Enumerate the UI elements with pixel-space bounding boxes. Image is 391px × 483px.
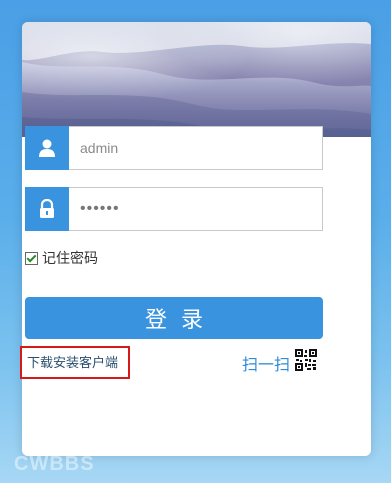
remember-password[interactable]: 记住密码	[25, 248, 98, 268]
remember-label: 记住密码	[42, 250, 98, 266]
qr-code-icon	[295, 349, 318, 376]
user-icon	[25, 126, 69, 170]
download-client-link[interactable]: 下载安装客户端	[27, 352, 118, 371]
username-input[interactable]: admin	[80, 127, 118, 169]
scan-qr-button[interactable]: 扫一扫	[242, 349, 318, 376]
username-field[interactable]: admin	[25, 126, 323, 170]
banner-image	[22, 22, 371, 137]
remember-checkbox[interactable]	[25, 251, 38, 265]
scan-label: 扫一扫	[242, 356, 291, 374]
password-field[interactable]: ••••••	[25, 187, 323, 231]
login-card	[22, 22, 371, 456]
lock-icon	[25, 187, 69, 231]
watermark: CWBBS	[14, 453, 95, 475]
password-input[interactable]: ••••••	[80, 188, 120, 230]
login-button[interactable]: 登录	[25, 297, 323, 339]
